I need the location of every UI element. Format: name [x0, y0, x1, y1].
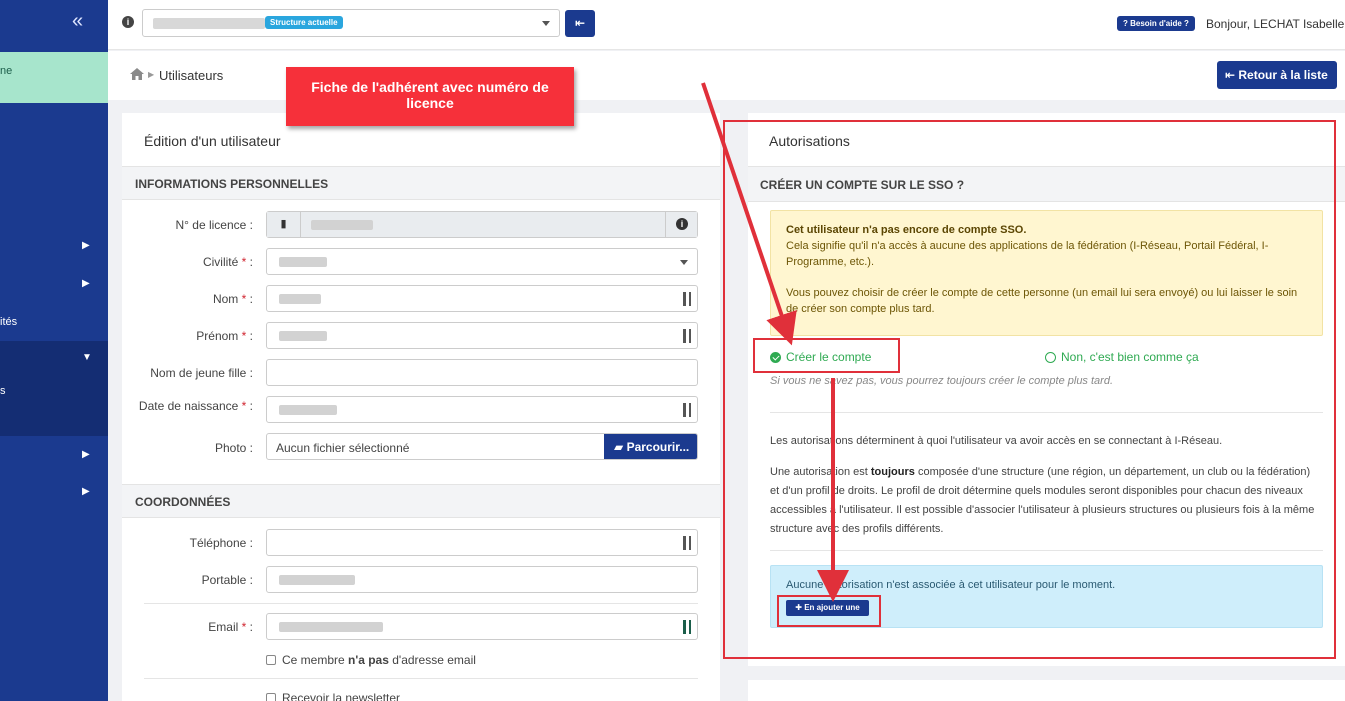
password-manager-icon[interactable]: [683, 620, 691, 634]
no-email-checkbox[interactable]: Ce membre n'a pas d'adresse email: [266, 653, 476, 667]
photo-file-input[interactable]: Aucun fichier sélectionné ▰ Parcourir...: [266, 433, 698, 460]
breadcrumb-separator: ▶: [148, 70, 155, 79]
chevron-right-icon[interactable]: ▶: [82, 486, 90, 497]
help-button[interactable]: ? Besoin d'aide ?: [1117, 16, 1195, 31]
id-card-icon: ▮: [267, 212, 301, 237]
email-field[interactable]: [266, 613, 698, 640]
blurred-value: [279, 575, 355, 585]
back-to-list-button[interactable]: ⇤ Retour à la liste: [1217, 61, 1337, 89]
browse-button[interactable]: ▰ Parcourir...: [604, 434, 697, 459]
email-label: Email * :: [208, 620, 253, 634]
caret-down-icon: [542, 21, 550, 26]
chevron-down-icon[interactable]: ▼: [82, 352, 92, 363]
mobile-label: Portable :: [201, 573, 253, 587]
blurred-value: [279, 257, 327, 267]
info-icon: i: [676, 218, 688, 230]
divider: [144, 603, 698, 604]
sidebar-item-label[interactable]: ités: [0, 316, 17, 328]
user-greeting[interactable]: Bonjour, LECHAT Isabelle ˅: [1206, 17, 1345, 31]
annotation-highlight-add-button: [777, 595, 881, 627]
mobile-field[interactable]: [266, 566, 698, 593]
civility-label: Civilité * :: [202, 255, 253, 269]
card-title: Édition d'un utilisateur: [144, 133, 281, 149]
caret-down-icon: [680, 260, 688, 265]
licence-label: N° de licence :: [175, 218, 253, 232]
first-name-field[interactable]: [266, 322, 698, 349]
blurred-value: [279, 622, 383, 632]
maiden-name-field[interactable]: [266, 359, 698, 386]
last-name-field[interactable]: [266, 285, 698, 312]
annotation-highlight-authorizations: [723, 120, 1336, 659]
chevron-right-icon[interactable]: ▶: [82, 278, 90, 289]
no-file-text: Aucun fichier sélectionné: [276, 441, 410, 455]
annotation-callout: Fiche de l'adhérent avec numéro de licen…: [286, 67, 574, 126]
next-card: [748, 680, 1345, 701]
sidebar-item-label: ne: [0, 65, 13, 77]
collapse-sidebar-icon[interactable]: «: [72, 10, 83, 33]
blurred-value: [279, 294, 321, 304]
newsletter-checkbox[interactable]: Recevoir la newsletter: [266, 691, 400, 701]
password-manager-icon[interactable]: [683, 292, 691, 306]
blurred-value: [279, 405, 337, 415]
checkbox[interactable]: [266, 693, 276, 701]
first-name-label: Prénom * :: [196, 329, 253, 343]
licence-info-addon[interactable]: i: [665, 212, 697, 237]
checkbox[interactable]: [266, 655, 276, 665]
password-manager-icon[interactable]: [683, 403, 691, 417]
blurred-value: [311, 220, 373, 230]
birth-date-field[interactable]: [266, 396, 698, 423]
structure-select[interactable]: Structure actuelle: [142, 9, 560, 37]
sidebar-item-label[interactable]: s: [0, 385, 6, 397]
sidebar: « ne ▶ ▶ ités ▼ s ▶ ▶: [0, 0, 108, 701]
licence-field: ▮ i: [266, 211, 698, 238]
sidebar-item-active[interactable]: ne: [0, 52, 108, 103]
blurred-structure-name: [153, 18, 265, 29]
section-header: INFORMATIONS PERSONNELLES: [122, 166, 720, 200]
birth-date-label: Date de naissance * :: [138, 399, 253, 413]
blurred-value: [279, 331, 327, 341]
divider: [144, 678, 698, 679]
civility-select[interactable]: [266, 248, 698, 275]
last-name-label: Nom * :: [212, 292, 253, 306]
edit-user-card: Édition d'un utilisateur INFORMATIONS PE…: [122, 113, 720, 701]
section-header: COORDONNÉES: [122, 484, 720, 518]
photo-label: Photo :: [214, 441, 253, 455]
chevron-right-icon[interactable]: ▶: [82, 240, 90, 251]
current-structure-badge: Structure actuelle: [265, 16, 343, 29]
info-icon[interactable]: i: [122, 16, 134, 28]
annotation-highlight-create-account: [753, 338, 900, 373]
password-manager-icon[interactable]: [683, 536, 691, 550]
switch-structure-button[interactable]: ⇤: [565, 10, 595, 37]
phone-label: Téléphone :: [189, 536, 253, 550]
top-bar: i Structure actuelle ⇤ ? Besoin d'aide ?…: [108, 0, 1345, 50]
phone-field[interactable]: [266, 529, 698, 556]
maiden-name-label: Nom de jeune fille :: [150, 366, 253, 380]
page-title: Utilisateurs: [159, 68, 224, 83]
home-icon[interactable]: [130, 68, 144, 80]
chevron-right-icon[interactable]: ▶: [82, 449, 90, 460]
password-manager-icon[interactable]: [683, 329, 691, 343]
